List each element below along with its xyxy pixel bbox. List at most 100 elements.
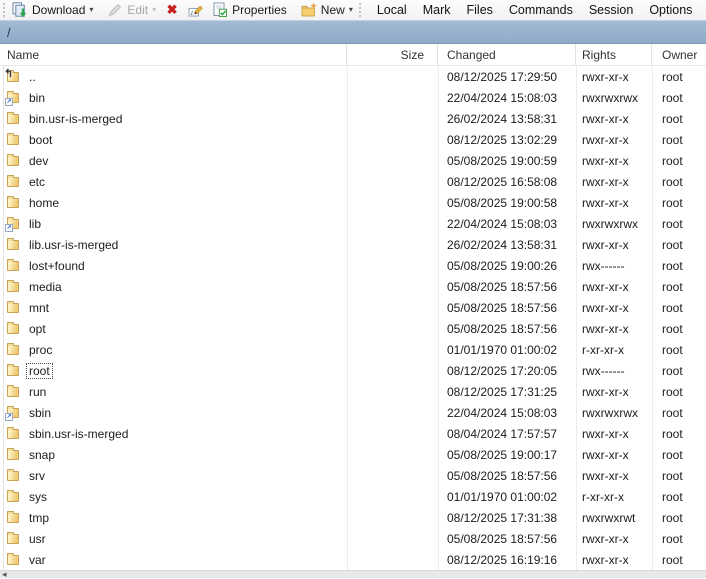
menubar-grip[interactable] — [358, 3, 361, 17]
cell-owner: root — [662, 69, 683, 84]
table-row[interactable]: home 05/08/2025 19:00:58 rwxr-xr-x root — [0, 192, 706, 213]
cell-changed: 05/08/2025 18:57:56 — [447, 321, 558, 336]
rename-button[interactable]: I — [184, 1, 208, 19]
cell-rights: rwxrwxrwt — [582, 510, 636, 525]
cell-changed: 08/04/2024 17:57:57 — [447, 426, 558, 441]
table-row[interactable]: opt 05/08/2025 18:57:56 rwxr-xr-x root — [0, 318, 706, 339]
table-row[interactable]: etc 08/12/2025 16:58:08 rwxr-xr-x root — [0, 171, 706, 192]
table-row[interactable]: lost+found 05/08/2025 19:00:26 rwx------… — [0, 255, 706, 276]
cell-owner: root — [662, 300, 683, 315]
table-row[interactable]: sbin.usr-is-merged 08/04/2024 17:57:57 r… — [0, 423, 706, 444]
cell-size — [347, 507, 438, 528]
cell-name: sys — [0, 486, 347, 507]
download-button[interactable]: Download ▾ — [8, 1, 97, 19]
table-row[interactable]: ↗ lib 22/04/2024 15:08:03 rwxrwxrwx root — [0, 213, 706, 234]
column-header-size[interactable]: Size — [347, 44, 438, 65]
table-row[interactable]: proc 01/01/1970 01:00:02 r-xr-xr-x root — [0, 339, 706, 360]
cell-size — [347, 486, 438, 507]
file-name-label: sys — [29, 489, 47, 504]
table-row[interactable]: var 08/12/2025 16:19:16 rwxr-xr-x root — [0, 549, 706, 570]
folder-icon — [6, 426, 21, 441]
cell-size — [347, 255, 438, 276]
download-caret-icon[interactable]: ▾ — [89, 6, 93, 14]
table-row[interactable]: snap 05/08/2025 19:00:17 rwxr-xr-x root — [0, 444, 706, 465]
properties-icon — [212, 2, 228, 18]
cell-owner: root — [662, 195, 683, 210]
cell-size — [347, 318, 438, 339]
folder-icon — [6, 552, 21, 567]
menu-files[interactable]: Files — [459, 1, 501, 19]
new-folder-icon — [301, 2, 317, 18]
cell-size — [347, 192, 438, 213]
column-header-changed[interactable]: Changed — [438, 44, 576, 65]
cell-name: mnt — [0, 297, 347, 318]
table-row[interactable]: run 08/12/2025 17:31:25 rwxr-xr-x root — [0, 381, 706, 402]
cell-changed: 05/08/2025 19:00:59 — [447, 153, 558, 168]
edit-button[interactable]: Edit ▾ — [103, 1, 160, 19]
cell-owner: root — [662, 405, 683, 420]
edit-caret-icon[interactable]: ▾ — [152, 6, 156, 14]
delete-button[interactable]: ✖ — [160, 1, 184, 19]
menu-session[interactable]: Session — [581, 1, 641, 19]
table-row[interactable]: usr 05/08/2025 18:57:56 rwxr-xr-x root — [0, 528, 706, 549]
table-row[interactable]: dev 05/08/2025 19:00:59 rwxr-xr-x root — [0, 150, 706, 171]
file-name-label: home — [29, 195, 60, 210]
table-row[interactable]: media 05/08/2025 18:57:56 rwxr-xr-x root — [0, 276, 706, 297]
menu-commands[interactable]: Commands — [501, 1, 581, 19]
folder-symlink-icon: ↗ — [5, 405, 21, 421]
properties-button[interactable]: Properties — [208, 1, 291, 19]
new-button[interactable]: New ▾ — [297, 1, 357, 19]
file-name-label: run — [29, 384, 47, 399]
table-row[interactable]: ↰ .. 08/12/2025 17:29:50 rwxr-xr-x root — [0, 66, 706, 87]
cell-owner: root — [662, 153, 683, 168]
menu-remote[interactable]: Remote — [700, 1, 706, 19]
cell-name: root — [0, 360, 347, 381]
table-row[interactable]: srv 05/08/2025 18:57:56 rwxr-xr-x root — [0, 465, 706, 486]
table-row[interactable]: ↗ bin 22/04/2024 15:08:03 rwxrwxrwx root — [0, 87, 706, 108]
cell-changed: 08/12/2025 16:58:08 — [447, 174, 558, 189]
table-row[interactable]: mnt 05/08/2025 18:57:56 rwxr-xr-x root — [0, 297, 706, 318]
remote-path-bar[interactable]: / — [0, 20, 706, 44]
cell-changed: 26/02/2024 13:58:31 — [447, 111, 558, 126]
cell-changed: 05/08/2025 18:57:56 — [447, 468, 558, 483]
table-row[interactable]: root 08/12/2025 17:20:05 rwx------ root — [0, 360, 706, 381]
cell-changed: 01/01/1970 01:00:02 — [447, 489, 558, 504]
cell-size — [347, 171, 438, 192]
table-row[interactable]: lib.usr-is-merged 26/02/2024 13:58:31 rw… — [0, 234, 706, 255]
file-name-label: root — [26, 362, 53, 379]
menu-mark[interactable]: Mark — [415, 1, 459, 19]
cell-rights: rwxr-xr-x — [582, 153, 629, 168]
new-caret-icon[interactable]: ▾ — [349, 6, 353, 14]
file-name-label: sbin — [29, 405, 52, 420]
cell-rights: rwxr-xr-x — [582, 552, 629, 567]
cell-size — [347, 360, 438, 381]
cell-size — [347, 423, 438, 444]
cell-name: srv — [0, 465, 347, 486]
column-header-rights[interactable]: Rights — [576, 44, 652, 65]
toolbar-grip[interactable] — [3, 3, 5, 17]
cell-size — [347, 549, 438, 570]
table-row[interactable]: boot 08/12/2025 13:02:29 rwxr-xr-x root — [0, 129, 706, 150]
cell-rights: rwx------ — [582, 258, 625, 273]
table-row[interactable]: ↗ sbin 22/04/2024 15:08:03 rwxrwxrwx roo… — [0, 402, 706, 423]
cell-rights: rwxr-xr-x — [582, 384, 629, 399]
menu-local[interactable]: Local — [369, 1, 415, 19]
cell-name: sbin.usr-is-merged — [0, 423, 347, 444]
menu-options[interactable]: Options — [641, 1, 700, 19]
cell-owner: root — [662, 384, 683, 399]
folder-icon — [6, 237, 21, 252]
column-header-owner[interactable]: Owner — [652, 44, 706, 65]
cell-name: ↗ bin — [0, 87, 347, 108]
table-row[interactable]: bin.usr-is-merged 26/02/2024 13:58:31 rw… — [0, 108, 706, 129]
column-header-row: Name Size Changed Rights Owner — [0, 44, 706, 66]
horizontal-scrollbar[interactable]: ◂ — [0, 570, 706, 579]
cell-name: ↰ .. — [0, 66, 347, 87]
file-name-label: proc — [29, 342, 53, 357]
folder-icon — [6, 447, 21, 462]
column-header-name[interactable]: Name — [0, 44, 347, 65]
folder-icon — [6, 531, 21, 546]
cell-size — [347, 339, 438, 360]
table-row[interactable]: sys 01/01/1970 01:00:02 r-xr-xr-x root — [0, 486, 706, 507]
cell-owner: root — [662, 426, 683, 441]
table-row[interactable]: tmp 08/12/2025 17:31:38 rwxrwxrwt root — [0, 507, 706, 528]
